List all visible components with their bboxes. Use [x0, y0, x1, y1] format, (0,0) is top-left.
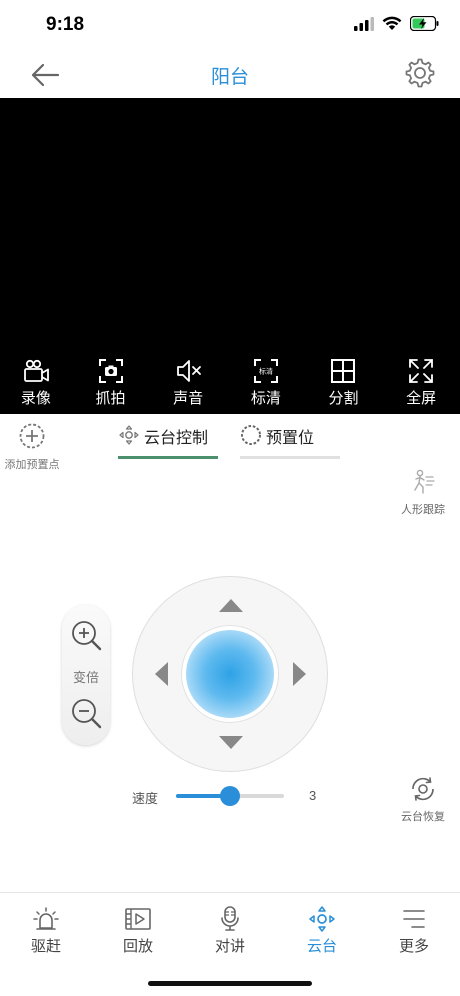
ptz-joystick[interactable]: [132, 576, 328, 772]
fullscreen-button[interactable]: 全屏: [382, 356, 460, 410]
tab-preset[interactable]: 预置位: [240, 424, 340, 460]
more-menu-icon: [403, 910, 425, 928]
zoom-label: 变倍: [72, 670, 99, 685]
tab-ptz-control[interactable]: 云台控制: [118, 424, 218, 460]
battery-charging-icon: [410, 16, 439, 31]
playback-film-icon: [125, 908, 151, 930]
preset-icon: [241, 425, 261, 445]
human-tracking-button[interactable]: 人形跟踪: [394, 468, 452, 517]
video-record-icon: [23, 359, 49, 382]
add-preset-icon: [19, 423, 45, 449]
snapshot-button[interactable]: 抓拍: [72, 356, 150, 410]
bottom-nav: 驱赶 回放 对讲 云台 更多: [0, 892, 460, 962]
pan-down-arrow-icon[interactable]: [219, 736, 243, 749]
tab-preset-underline: [240, 456, 340, 459]
tab-ptz-underline: [118, 456, 218, 459]
bottom-nav-talk[interactable]: 对讲: [184, 893, 276, 962]
zoom-control: 变倍: [62, 605, 110, 745]
speed-control: 速度 3: [132, 786, 332, 806]
record-button[interactable]: 录像: [0, 356, 72, 410]
speaker-muted-icon: [177, 360, 202, 382]
bottom-nav-ptz[interactable]: 云台: [276, 893, 368, 962]
pan-right-arrow-icon[interactable]: [293, 662, 306, 686]
add-preset-button[interactable]: 添加预置点: [0, 422, 64, 472]
speed-value: 3: [309, 788, 317, 803]
tab-ptz-label: 云台控制: [144, 430, 209, 447]
pan-up-arrow-icon[interactable]: [219, 599, 243, 612]
video-player[interactable]: 录像 抓拍 声音 标清 标清 分割 全屏: [0, 98, 460, 414]
status-icons: [354, 16, 440, 31]
status-time: 9:18: [46, 14, 85, 35]
signal-icon: [354, 16, 374, 31]
speed-label: 速度: [132, 791, 159, 806]
human-tracking-icon: [414, 469, 435, 494]
ptz-reset-icon: [412, 777, 434, 801]
quality-button[interactable]: 标清 标清: [227, 356, 305, 410]
tab-preset-label: 预置位: [266, 430, 315, 447]
ptz-reset-button[interactable]: 云台恢复: [394, 775, 452, 824]
ptz-icon: [309, 906, 335, 932]
camera-snapshot-icon: [98, 359, 123, 383]
joystick-ring: [181, 625, 279, 723]
split-grid-icon: [331, 359, 356, 383]
alarm-light-icon: [33, 907, 59, 930]
wifi-icon: [382, 16, 402, 30]
page-title: 阳台: [210, 67, 249, 88]
joystick-knob[interactable]: [186, 630, 274, 718]
ptz-control-icon: [119, 425, 139, 445]
bottom-nav-playback[interactable]: 回放: [92, 893, 184, 962]
microphone-icon: [221, 906, 239, 931]
bottom-nav-more[interactable]: 更多: [368, 893, 460, 962]
status-bar: 9:18: [0, 0, 460, 50]
zoom-out-icon[interactable]: [70, 697, 102, 729]
fullscreen-icon: [409, 359, 434, 383]
human-tracking-label: 人形跟踪: [401, 504, 445, 516]
split-button[interactable]: 分割: [305, 356, 383, 410]
zoom-in-icon[interactable]: [70, 619, 102, 651]
speed-slider[interactable]: [176, 786, 284, 806]
ptz-reset-label: 云台恢复: [401, 811, 445, 823]
add-preset-label: 添加预置点: [4, 459, 60, 471]
gear-icon[interactable]: [404, 57, 436, 89]
control-tabs: 云台控制 预置位: [118, 424, 348, 460]
quality-sd-icon: 标清: [253, 359, 278, 383]
pan-left-arrow-icon[interactable]: [155, 662, 168, 686]
svg-text:标清: 标清: [259, 367, 273, 376]
sound-button[interactable]: 声音: [149, 356, 227, 410]
home-indicator: [148, 981, 312, 986]
video-toolbar: 录像 抓拍 声音 标清 标清 分割 全屏: [0, 356, 460, 410]
bottom-nav-expel[interactable]: 驱赶: [0, 893, 92, 962]
nav-bar: 阳台: [0, 50, 460, 98]
speed-slider-thumb[interactable]: [220, 786, 240, 806]
